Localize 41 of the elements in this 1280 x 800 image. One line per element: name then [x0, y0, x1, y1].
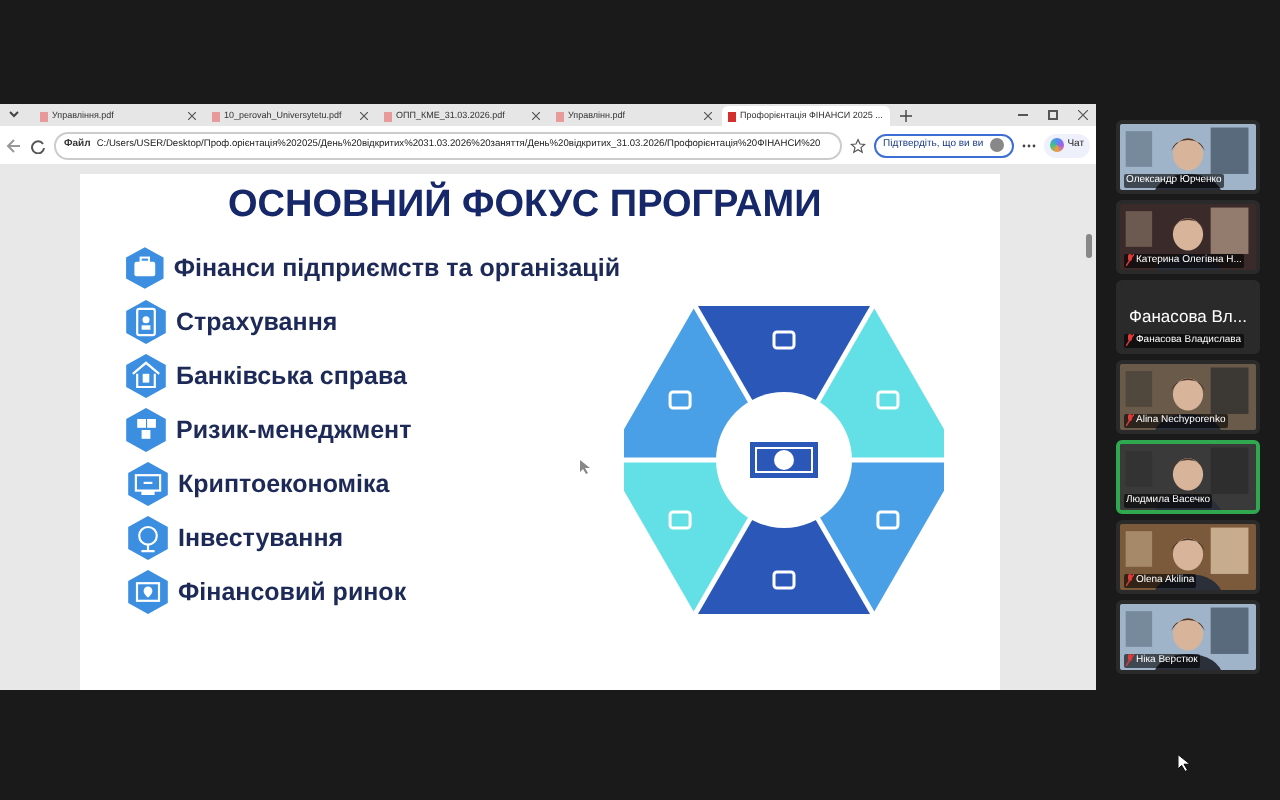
pdf-icon [556, 111, 564, 121]
focus-item-text: Криптоекономіка [178, 467, 390, 502]
pdf-icon [384, 111, 392, 121]
focus-item-text: Фінанси підприємств та організацій [173, 251, 620, 286]
focus-item-text: Ризик-менеджмент [176, 413, 412, 448]
hexagon-icon [124, 298, 168, 346]
focus-item-text: Банківська справа [176, 359, 407, 394]
hexagon-icon [126, 568, 170, 616]
reload-icon[interactable] [30, 137, 46, 153]
scrollbar-thumb[interactable] [1086, 234, 1092, 258]
close-icon[interactable] [1078, 110, 1088, 120]
hexagon-icon [124, 352, 168, 400]
maximize-icon[interactable] [1048, 110, 1058, 120]
focus-item-text: Інвестування [178, 521, 344, 556]
hexagon-icon [124, 244, 166, 292]
participant-display-name: Фанасова Вл... [1127, 304, 1249, 330]
pdf-icon [728, 111, 736, 121]
cursor-icon [580, 460, 590, 474]
muted-mic-icon [1126, 574, 1134, 587]
close-icon[interactable] [360, 112, 368, 120]
close-icon[interactable] [704, 112, 712, 120]
cursor-icon [1178, 754, 1190, 772]
close-icon[interactable] [188, 112, 196, 120]
hexagon-icon [126, 460, 170, 508]
muted-mic-icon [1126, 254, 1134, 267]
hexagon-icon [126, 514, 170, 562]
new-tab-icon[interactable] [900, 110, 912, 122]
slide-title: ОСНОВНИЙ ФОКУС ПРОГРАМИ [228, 180, 822, 230]
star-icon[interactable] [849, 137, 866, 153]
back-icon[interactable] [6, 137, 22, 153]
focus-item-text: Фінансовий ринок [178, 575, 407, 610]
muted-mic-icon [1126, 654, 1134, 667]
pdf-icon [40, 111, 48, 121]
pdf-icon [212, 111, 220, 121]
tab-list-icon[interactable] [6, 106, 22, 122]
muted-mic-icon [1126, 414, 1134, 427]
focus-item-text: Страхування [176, 305, 338, 340]
muted-mic-icon [1126, 334, 1134, 347]
close-icon[interactable] [532, 112, 540, 120]
avatar-icon [989, 138, 1004, 152]
hexagon-icon [124, 406, 168, 454]
